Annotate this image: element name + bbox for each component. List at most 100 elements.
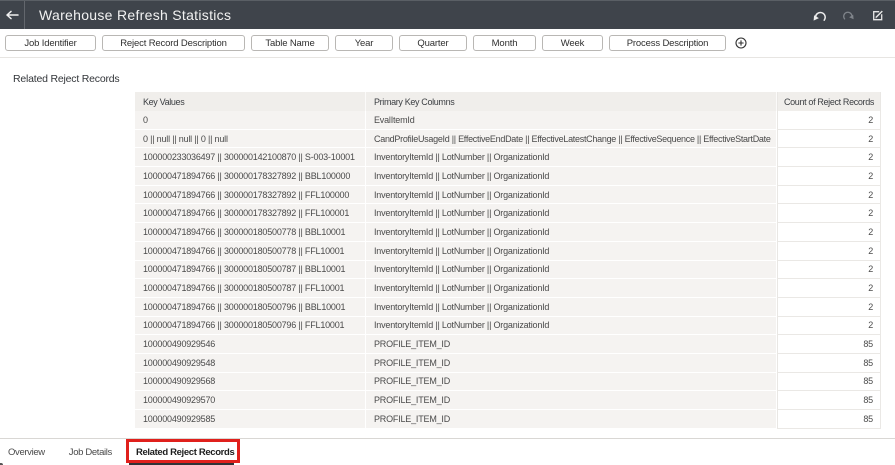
primary-key-columns-cell: PROFILE_ITEM_ID: [366, 372, 777, 392]
count-cell: 2: [777, 185, 881, 205]
redo-icon: [843, 11, 854, 20]
key-values-cell: 100000471894766 || 300000178327892 || FF…: [135, 204, 366, 224]
column-header-count-of-reject-records[interactable]: Count of Reject Records: [777, 92, 881, 111]
key-values-cell: 100000471894766 || 300000180500778 || BB…: [135, 223, 366, 242]
key-values-cell: 100000471894766 || 300000178327892 || FF…: [135, 185, 366, 205]
table-row[interactable]: 100000471894766 || 300000178327892 || FF…: [135, 204, 881, 224]
filter-chips: Job Identifier Reject Record Description T…: [5, 35, 747, 51]
count-cell: 85: [777, 353, 881, 373]
page-title: Warehouse Refresh Statistics: [39, 7, 232, 23]
primary-key-columns-cell: InventoryItemId || LotNumber || Organiza…: [366, 297, 777, 317]
count-cell: 2: [777, 279, 881, 298]
table-row[interactable]: 100000471894766 || 300000180500787 || BB…: [135, 260, 881, 280]
tab-overview[interactable]: Overview: [0, 439, 53, 465]
table-row[interactable]: 100000233036497 || 300000142100870 || S-…: [135, 148, 881, 168]
reject-records-table: Key Values Primary Key Columns Count of Re…: [135, 92, 881, 429]
top-header-bar: Warehouse Refresh Statistics: [0, 0, 895, 29]
count-cell: 2: [777, 260, 881, 280]
primary-key-columns-cell: CandProfileUsageId || EffectiveEndDate |…: [366, 129, 777, 149]
topbar-actions: [805, 1, 892, 30]
count-cell: 85: [777, 372, 881, 392]
count-cell: 2: [777, 167, 881, 186]
primary-key-columns-cell: InventoryItemId || LotNumber || Organiza…: [366, 167, 777, 186]
primary-key-columns-cell: InventoryItemId || LotNumber || Organiza…: [366, 279, 777, 298]
table-header-row: Key Values Primary Key Columns Count of Re…: [135, 92, 881, 111]
filter-chip-week[interactable]: Week: [542, 35, 603, 51]
primary-key-columns-cell: InventoryItemId || LotNumber || Organiza…: [366, 185, 777, 205]
key-values-cell: 100000490929546: [135, 335, 366, 354]
primary-key-columns-cell: PROFILE_ITEM_ID: [366, 353, 777, 373]
primary-key-columns-cell: PROFILE_ITEM_ID: [366, 391, 777, 410]
count-cell: 2: [777, 223, 881, 242]
filter-chip-year[interactable]: Year: [335, 35, 393, 51]
table-row[interactable]: 100000471894766 || 300000180500796 || FF…: [135, 316, 881, 336]
table-row[interactable]: 100000471894766 || 300000180500796 || BB…: [135, 297, 881, 317]
undo-icon: [813, 11, 826, 21]
count-cell: 85: [777, 410, 881, 429]
filter-chip-reject-record-description[interactable]: Reject Record Description: [102, 35, 245, 51]
primary-key-columns-cell: EvalItemId: [366, 111, 777, 130]
key-values-cell: 100000490929548: [135, 353, 366, 373]
count-cell: 2: [777, 204, 881, 224]
table-row[interactable]: 100000490929568 PROFILE_ITEM_ID 85: [135, 372, 881, 392]
primary-key-columns-cell: InventoryItemId || LotNumber || Organiza…: [366, 260, 777, 280]
filter-chip-quarter[interactable]: Quarter: [399, 35, 467, 51]
table-row[interactable]: 100000490929546 PROFILE_ITEM_ID 85: [135, 335, 881, 354]
table-row[interactable]: 100000471894766 || 300000180500778 || FF…: [135, 241, 881, 261]
add-filter-button[interactable]: [734, 36, 747, 50]
count-cell: 85: [777, 391, 881, 410]
primary-key-columns-cell: PROFILE_ITEM_ID: [366, 410, 777, 429]
count-cell: 2: [777, 148, 881, 168]
count-cell: 2: [777, 316, 881, 336]
filter-chip-job-identifier[interactable]: Job Identifier: [5, 35, 96, 51]
filter-chip-table-name[interactable]: Table Name: [251, 35, 329, 51]
key-values-cell: 0: [135, 111, 366, 130]
key-values-cell: 100000490929585: [135, 410, 366, 429]
filter-chip-month[interactable]: Month: [473, 35, 536, 51]
primary-key-columns-cell: InventoryItemId || LotNumber || Organiza…: [366, 223, 777, 242]
topbar-divider: [24, 1, 25, 29]
count-cell: 2: [777, 241, 881, 261]
primary-key-columns-cell: InventoryItemId || LotNumber || Organiza…: [366, 148, 777, 168]
key-values-cell: 100000471894766 || 300000180500796 || BB…: [135, 297, 366, 317]
table-row[interactable]: 100000490929585 PROFILE_ITEM_ID 85: [135, 410, 881, 429]
key-values-cell: 100000471894766 || 300000180500787 || FF…: [135, 279, 366, 298]
column-header-key-values[interactable]: Key Values: [135, 92, 366, 111]
plus-circle-icon: [734, 37, 747, 49]
section-heading: Related Reject Records: [13, 73, 120, 85]
primary-key-columns-cell: InventoryItemId || LotNumber || Organiza…: [366, 316, 777, 336]
edit-icon: [873, 10, 883, 21]
table-row[interactable]: 0 EvalItemId 2: [135, 111, 881, 130]
table-row[interactable]: 100000490929548 PROFILE_ITEM_ID 85: [135, 353, 881, 373]
primary-key-columns-cell: PROFILE_ITEM_ID: [366, 335, 777, 354]
count-cell: 2: [777, 297, 881, 317]
undo-button[interactable]: [805, 2, 834, 30]
key-values-cell: 100000471894766 || 300000178327892 || BB…: [135, 167, 366, 186]
table-row[interactable]: 100000471894766 || 300000178327892 || FF…: [135, 185, 881, 205]
redo-button[interactable]: [834, 2, 863, 30]
key-values-cell: 100000471894766 || 300000180500796 || FF…: [135, 316, 366, 336]
table-row[interactable]: 0 || null || null || 0 || null CandProfil…: [135, 129, 881, 149]
table-row[interactable]: 100000471894766 || 300000180500787 || FF…: [135, 279, 881, 298]
back-button[interactable]: [0, 1, 24, 29]
filter-chip-process-description[interactable]: Process Description: [609, 35, 726, 51]
bottom-tab-bar: Overview Job Details Related Reject Record…: [0, 438, 895, 465]
table-row[interactable]: 100000471894766 || 300000180500778 || BB…: [135, 223, 881, 242]
count-cell: 2: [777, 111, 881, 130]
key-values-cell: 100000471894766 || 300000180500778 || FF…: [135, 241, 366, 261]
table-row[interactable]: 100000471894766 || 300000178327892 || BB…: [135, 167, 881, 186]
key-values-cell: 100000490929570: [135, 391, 366, 410]
table-row[interactable]: 100000490929570 PROFILE_ITEM_ID 85: [135, 391, 881, 410]
count-cell: 2: [777, 129, 881, 149]
key-values-cell: 100000233036497 || 300000142100870 || S-…: [135, 148, 366, 168]
key-values-cell: 100000490929568: [135, 372, 366, 392]
tab-related-reject-records[interactable]: Related Reject Records: [128, 439, 242, 465]
primary-key-columns-cell: InventoryItemId || LotNumber || Organiza…: [366, 241, 777, 261]
key-values-cell: 100000471894766 || 300000180500787 || BB…: [135, 260, 366, 280]
edit-button[interactable]: [863, 2, 892, 30]
column-header-primary-key-columns[interactable]: Primary Key Columns: [366, 92, 777, 111]
back-arrow-icon: [5, 10, 19, 20]
primary-key-columns-cell: InventoryItemId || LotNumber || Organiza…: [366, 204, 777, 224]
tab-job-details[interactable]: Job Details: [61, 439, 120, 465]
filter-bar: Job Identifier Reject Record Description T…: [0, 29, 895, 58]
